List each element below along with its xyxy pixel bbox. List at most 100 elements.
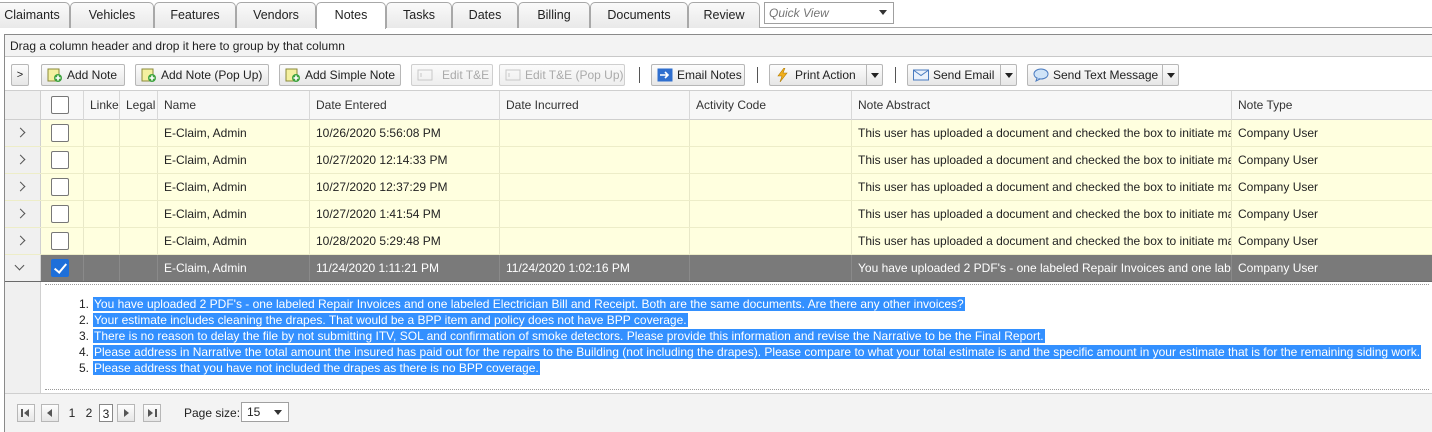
tab-documents[interactable]: Documents <box>590 2 688 28</box>
list-item-text[interactable]: Your estimate includes cleaning the drap… <box>93 313 688 327</box>
chevron-right-icon[interactable] <box>15 235 26 246</box>
send-email-button[interactable]: Send Email <box>907 64 1017 86</box>
tab-review[interactable]: Review <box>688 2 760 28</box>
notes-toolbar: > Add Note Add Note (Pop Up) Add Simple … <box>5 63 1432 89</box>
chevron-right-icon[interactable] <box>15 154 26 165</box>
first-page-arrow <box>24 409 29 417</box>
cell-linked <box>83 174 119 200</box>
cell-date-incurred <box>499 174 689 200</box>
quick-view-dropdown[interactable] <box>764 2 894 24</box>
select-all-checkbox[interactable] <box>51 96 69 114</box>
add-simple-note-button[interactable]: Add Simple Note <box>279 64 401 86</box>
chevron-down-icon[interactable] <box>1162 65 1178 85</box>
list-item-text[interactable]: Please address that you have not include… <box>93 361 540 375</box>
edit-te-popup-label: Edit T&E (Pop Up) <box>525 68 624 82</box>
list-number: 1. <box>79 297 90 311</box>
email-notes-button[interactable]: Email Notes <box>651 64 745 86</box>
row-expander[interactable] <box>5 255 41 281</box>
chevron-down-icon[interactable] <box>879 10 887 15</box>
chevron-right-icon[interactable] <box>15 127 26 138</box>
cell-name: E-Claim, Admin <box>157 147 309 173</box>
tab-dates[interactable]: Dates <box>452 2 518 28</box>
cell-date-entered: 10/27/2020 12:37:29 PM <box>309 174 499 200</box>
list-item: 3. There is no reason to delay the file b… <box>79 328 1421 344</box>
edit-te-popup-button[interactable]: Edit T&E (Pop Up) <box>499 64 625 86</box>
col-linked-header[interactable]: Linked <box>83 91 119 120</box>
last-page-arrow <box>148 409 153 417</box>
tab-notes[interactable]: Notes <box>316 2 386 29</box>
cell-linked <box>83 255 119 281</box>
cell-date-entered: 10/27/2020 12:14:33 PM <box>309 147 499 173</box>
row-expander[interactable] <box>5 201 41 227</box>
tab-claimants[interactable]: Claimants <box>0 2 70 28</box>
row-checkbox[interactable] <box>51 124 69 142</box>
last-page-button[interactable] <box>143 404 161 422</box>
group-by-drop-zone[interactable]: Drag a column header and drop it here to… <box>5 35 1432 57</box>
chevron-right-icon[interactable] <box>15 181 26 192</box>
envelope-icon <box>913 69 929 81</box>
prev-page-button[interactable] <box>41 404 59 422</box>
chevron-down-icon[interactable] <box>14 260 25 271</box>
page-size-select[interactable]: 15 <box>241 402 289 422</box>
table-row[interactable]: E-Claim, Admin 10/26/2020 5:56:08 PM Thi… <box>5 120 1432 147</box>
next-page-button[interactable] <box>117 404 135 422</box>
print-action-label: Print Action <box>795 68 856 82</box>
row-checkbox[interactable] <box>51 151 69 169</box>
print-action-button[interactable]: Print Action <box>769 64 883 86</box>
row-checkbox-checked[interactable] <box>51 259 69 277</box>
col-name-header[interactable]: Name <box>157 91 309 120</box>
cell-note-type: Company User <box>1231 228 1432 254</box>
row-checkbox[interactable] <box>51 178 69 196</box>
col-legal-header[interactable]: Legal <box>119 91 157 120</box>
add-note-button[interactable]: Add Note <box>41 64 125 86</box>
first-page-button[interactable] <box>17 404 35 422</box>
table-row[interactable]: E-Claim, Admin 10/27/2020 1:41:54 PM Thi… <box>5 201 1432 228</box>
edit-te-button[interactable]: Edit T&E <box>411 64 493 86</box>
add-note-popup-button[interactable]: Add Note (Pop Up) <box>135 64 269 86</box>
table-row[interactable]: E-Claim, Admin 10/28/2020 5:29:48 PM Thi… <box>5 228 1432 255</box>
list-item-text[interactable]: Please address in Narrative the total am… <box>93 345 1422 359</box>
chevron-right-icon[interactable] <box>15 208 26 219</box>
col-note-abstract-header[interactable]: Note Abstract <box>851 91 1231 120</box>
col-activity-code-header[interactable]: Activity Code <box>689 91 851 120</box>
expand-toolbar-button[interactable]: > <box>11 64 29 86</box>
cell-date-incurred <box>499 120 689 146</box>
list-item-text[interactable]: You have uploaded 2 PDF's - one labeled … <box>93 297 965 311</box>
tab-tasks[interactable]: Tasks <box>386 2 452 28</box>
cell-note-type: Company User <box>1231 120 1432 146</box>
tab-billing[interactable]: Billing <box>518 2 590 28</box>
row-checkbox[interactable] <box>51 205 69 223</box>
tab-features[interactable]: Features <box>154 2 236 28</box>
chevron-down-icon[interactable] <box>866 65 882 85</box>
cell-note-type: Company User <box>1231 255 1432 281</box>
row-checkbox[interactable] <box>51 232 69 250</box>
tab-vendors[interactable]: Vendors <box>236 2 316 28</box>
page-link-1[interactable]: 1 <box>65 404 79 422</box>
table-row-selected[interactable]: E-Claim, Admin 11/24/2020 1:11:21 PM 11/… <box>5 255 1432 282</box>
cell-date-incurred: 11/24/2020 1:02:16 PM <box>499 255 689 281</box>
chevron-down-icon[interactable] <box>1000 65 1016 85</box>
tab-bar: Claimants Vehicles Features Vendors Note… <box>0 0 1432 29</box>
col-note-type-header[interactable]: Note Type <box>1231 91 1432 120</box>
quick-view-input[interactable] <box>765 3 869 23</box>
send-text-message-label: Send Text Message <box>1053 68 1159 82</box>
row-expander[interactable] <box>5 174 41 200</box>
row-expander[interactable] <box>5 147 41 173</box>
col-date-incurred-header[interactable]: Date Incurred <box>499 91 689 120</box>
list-item-text[interactable]: There is no reason to delay the file by … <box>93 329 1045 343</box>
cell-activity-code <box>689 120 851 146</box>
tab-vehicles[interactable]: Vehicles <box>70 2 154 28</box>
chevron-down-icon[interactable] <box>274 410 282 415</box>
page-link-3-current[interactable]: 3 <box>99 404 113 422</box>
note-detail-list[interactable]: 1. You have uploaded 2 PDF's - one labele… <box>79 296 1422 376</box>
cell-activity-code <box>689 255 851 281</box>
edit-te-icon <box>417 69 433 81</box>
row-expander[interactable] <box>5 120 41 146</box>
row-expander[interactable] <box>5 228 41 254</box>
table-row[interactable]: E-Claim, Admin 10/27/2020 12:14:33 PM Th… <box>5 147 1432 174</box>
send-text-message-button[interactable]: Send Text Message <box>1027 64 1179 86</box>
col-date-entered-header[interactable]: Date Entered <box>309 91 499 120</box>
pager: 1 2 3 Page size: 15 <box>5 393 1432 432</box>
page-link-2[interactable]: 2 <box>82 404 96 422</box>
table-row[interactable]: E-Claim, Admin 10/27/2020 12:37:29 PM Th… <box>5 174 1432 201</box>
